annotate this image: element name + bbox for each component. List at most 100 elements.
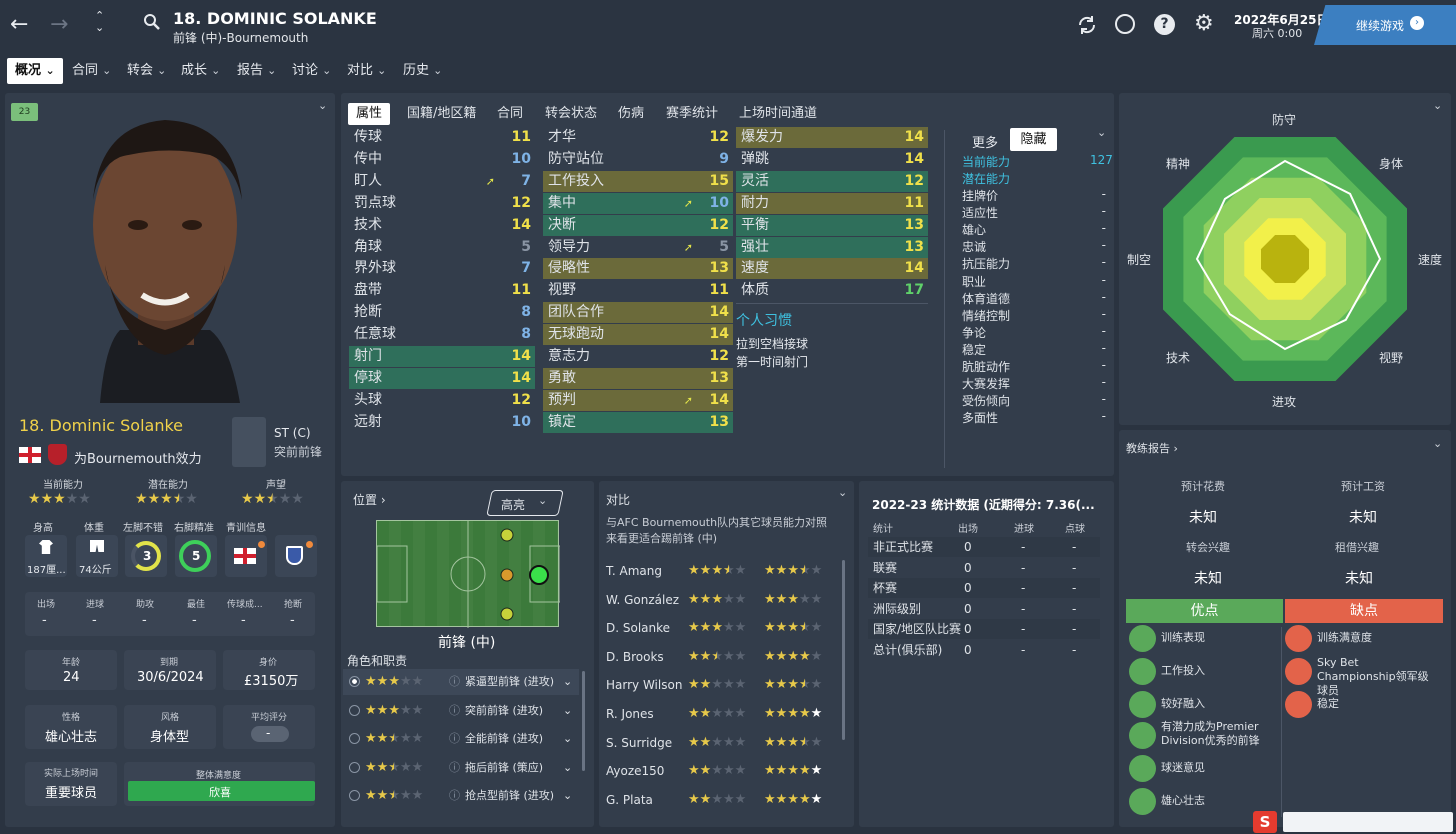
radio-icon[interactable] [349, 676, 360, 687]
nav-contract[interactable]: 合同 ⌄ [72, 58, 111, 84]
info-icon[interactable]: ⓘ [449, 669, 460, 695]
scrollbar[interactable] [842, 560, 845, 740]
forward-icon[interactable]: → [50, 12, 68, 37]
attribute-row[interactable]: 才华 12 [543, 127, 733, 148]
collapse-icon[interactable]: ⌄ [1433, 437, 1442, 450]
role-row[interactable]: ★★★★★ ⓘ 突前前锋 (进攻) ⌄ [343, 698, 579, 724]
chevron-down-icon[interactable]: ⌄ [563, 669, 572, 695]
attribute-row[interactable]: 远射 10 [349, 412, 535, 433]
attribute-row[interactable]: 平衡 13 [736, 214, 928, 236]
attribute-row[interactable]: 领导力 5 ➚ [543, 237, 733, 258]
tab-injuries[interactable]: 伤病 [618, 103, 644, 125]
attribute-row[interactable]: 团队合作 14 [543, 302, 733, 324]
nav-overview[interactable]: 概况 ⌄ [7, 58, 63, 84]
attribute-row[interactable]: 无球跑动 14 [543, 324, 733, 346]
search-icon[interactable] [143, 13, 161, 31]
attribute-row[interactable]: 抢断 8 [349, 302, 535, 323]
role-row[interactable]: ★★★★★ ⓘ 拖后前锋 (策应) ⌄ [343, 755, 579, 781]
info-icon[interactable]: ⓘ [449, 783, 460, 809]
tab-season-stats[interactable]: 赛季统计 [666, 103, 718, 125]
attribute-row[interactable]: 罚点球 12 [349, 193, 535, 214]
attribute-row[interactable]: 工作投入 15 [543, 170, 733, 192]
nav-discuss[interactable]: 讨论 ⌄ [292, 58, 331, 84]
role-row[interactable]: ★★★★★ ⓘ 抢点型前锋 (进攻) ⌄ [343, 783, 579, 809]
help-icon[interactable]: ? [1154, 14, 1175, 35]
attribute-row[interactable]: 爆发力 14 [736, 127, 928, 148]
compare-row[interactable]: D. Brooks ★★★★★ ★★★★★ [606, 646, 842, 668]
tab-attributes[interactable]: 属性 [348, 103, 391, 125]
attribute-row[interactable]: 弹跳 14 [736, 149, 928, 170]
compare-row[interactable]: W. González ★★★★★ ★★★★★ [606, 589, 842, 611]
chevron-down-icon[interactable]: ⌄ [563, 726, 572, 752]
radio-icon[interactable] [349, 704, 360, 716]
attribute-row[interactable]: 决断 12 [543, 214, 733, 236]
attribute-row[interactable]: 界外球 7 [349, 258, 535, 279]
tab-transfer-status[interactable]: 转会状态 [545, 103, 597, 125]
nav-transfer[interactable]: 转会 ⌄ [127, 58, 166, 84]
compare-row[interactable]: R. Jones ★★★★★ ★★★★★ [606, 703, 842, 725]
attribute-row[interactable]: 传中 10 [349, 149, 535, 170]
chevron-down-icon[interactable]: ⌄ [838, 486, 847, 499]
attribute-row[interactable]: 侵略性 13 [543, 258, 733, 280]
attribute-row[interactable]: 强壮 13 [736, 236, 928, 258]
compare-row[interactable]: S. Surridge ★★★★★ ★★★★★ [606, 732, 842, 754]
attribute-row[interactable]: 盘带 11 [349, 280, 535, 301]
attribute-row[interactable]: 预判 14 ➚ [543, 389, 733, 411]
attribute-row[interactable]: 视野 11 [543, 280, 733, 301]
compare-row[interactable]: T. Amang ★★★★★ ★★★★★ [606, 560, 842, 582]
radio-icon[interactable] [349, 733, 360, 744]
collapse-icon[interactable]: ⌄ [318, 99, 327, 112]
attribute-row[interactable]: 射门 14 [349, 346, 535, 367]
more-button[interactable]: 更多 [972, 132, 998, 151]
report-title[interactable]: 教练报告 › [1126, 440, 1178, 456]
radio-icon[interactable] [349, 790, 360, 801]
attribute-row[interactable]: 灵活 12 [736, 170, 928, 192]
attribute-row[interactable]: 体质 17 [736, 280, 928, 301]
attribute-row[interactable]: 镇定 13 [543, 411, 733, 433]
attribute-row[interactable]: 传球 11 [349, 127, 535, 148]
chevron-down-icon[interactable]: ⌄ [563, 783, 572, 809]
role-row[interactable]: ★★★★★ ⓘ 全能前锋 (进攻) ⌄ [343, 726, 579, 752]
attribute-row[interactable]: 勇敢 13 [543, 367, 733, 389]
chevron-down-icon[interactable]: ⌄ [563, 755, 572, 781]
attribute-row[interactable]: 集中 10 ➚ [543, 192, 733, 214]
attribute-row[interactable]: 停球 14 [349, 367, 535, 389]
rating-label: 平均评分 [251, 713, 288, 723]
refresh-icon[interactable] [1076, 14, 1098, 36]
role-row[interactable]: ★★★★★ ⓘ 紧逼型前锋 (进攻) ⌄ [343, 669, 579, 695]
attribute-row[interactable]: 盯人 7 ➚ [349, 171, 535, 192]
attribute-row[interactable]: 意志力 12 [543, 346, 733, 367]
attribute-row[interactable]: 角球 5 [349, 237, 535, 258]
chevron-down-icon[interactable]: ⌄ [563, 698, 572, 724]
attribute-row[interactable]: 耐力 11 [736, 192, 928, 214]
nav-history[interactable]: 历史 ⌄ [403, 58, 442, 84]
tab-contract[interactable]: 合同 [497, 103, 523, 125]
radio-icon[interactable] [349, 761, 360, 773]
position-title[interactable]: 位置 › [353, 491, 386, 508]
attribute-row[interactable]: 防守站位 9 [543, 149, 733, 170]
compare-row[interactable]: Ayoze150 ★★★★★ ★★★★★ [606, 760, 842, 782]
compare-row[interactable]: D. Solanke ★★★★★ ★★★★★ [606, 617, 842, 639]
nav-development[interactable]: 成长 ⌄ [181, 58, 220, 84]
compare-row[interactable]: Harry Wilson ★★★★★ ★★★★★ [606, 674, 842, 696]
attribute-row[interactable]: 头球 12 [349, 390, 535, 411]
info-icon[interactable]: ⓘ [449, 755, 460, 781]
scrollbar[interactable] [582, 671, 585, 771]
attribute-row[interactable]: 技术 14 [349, 215, 535, 236]
continue-button[interactable]: 继续游戏 › [1314, 5, 1456, 45]
updown-icon[interactable]: ⌃ ⌄ [95, 10, 104, 34]
gear-icon[interactable]: ⚙ [1194, 11, 1214, 36]
nav-reports[interactable]: 报告 ⌄ [237, 58, 276, 84]
attribute-row[interactable]: 速度 14 [736, 258, 928, 280]
tab-playing-time[interactable]: 上场时间通道 [739, 103, 817, 125]
nav-compare[interactable]: 对比 ⌄ [347, 58, 386, 84]
ball-icon[interactable] [1115, 14, 1135, 34]
compare-row[interactable]: G. Plata ★★★★★ ★★★★★ [606, 789, 842, 811]
info-icon[interactable]: ⓘ [449, 726, 460, 752]
attribute-row[interactable]: 任意球 8 [349, 324, 535, 345]
back-icon[interactable]: ← [10, 12, 28, 37]
info-icon[interactable]: ⓘ [449, 698, 460, 724]
hidden-button[interactable]: 隐藏 [1010, 128, 1057, 151]
tab-nationality[interactable]: 国籍/地区籍 [407, 103, 476, 125]
chevron-down-icon[interactable]: ⌄ [1097, 126, 1106, 139]
